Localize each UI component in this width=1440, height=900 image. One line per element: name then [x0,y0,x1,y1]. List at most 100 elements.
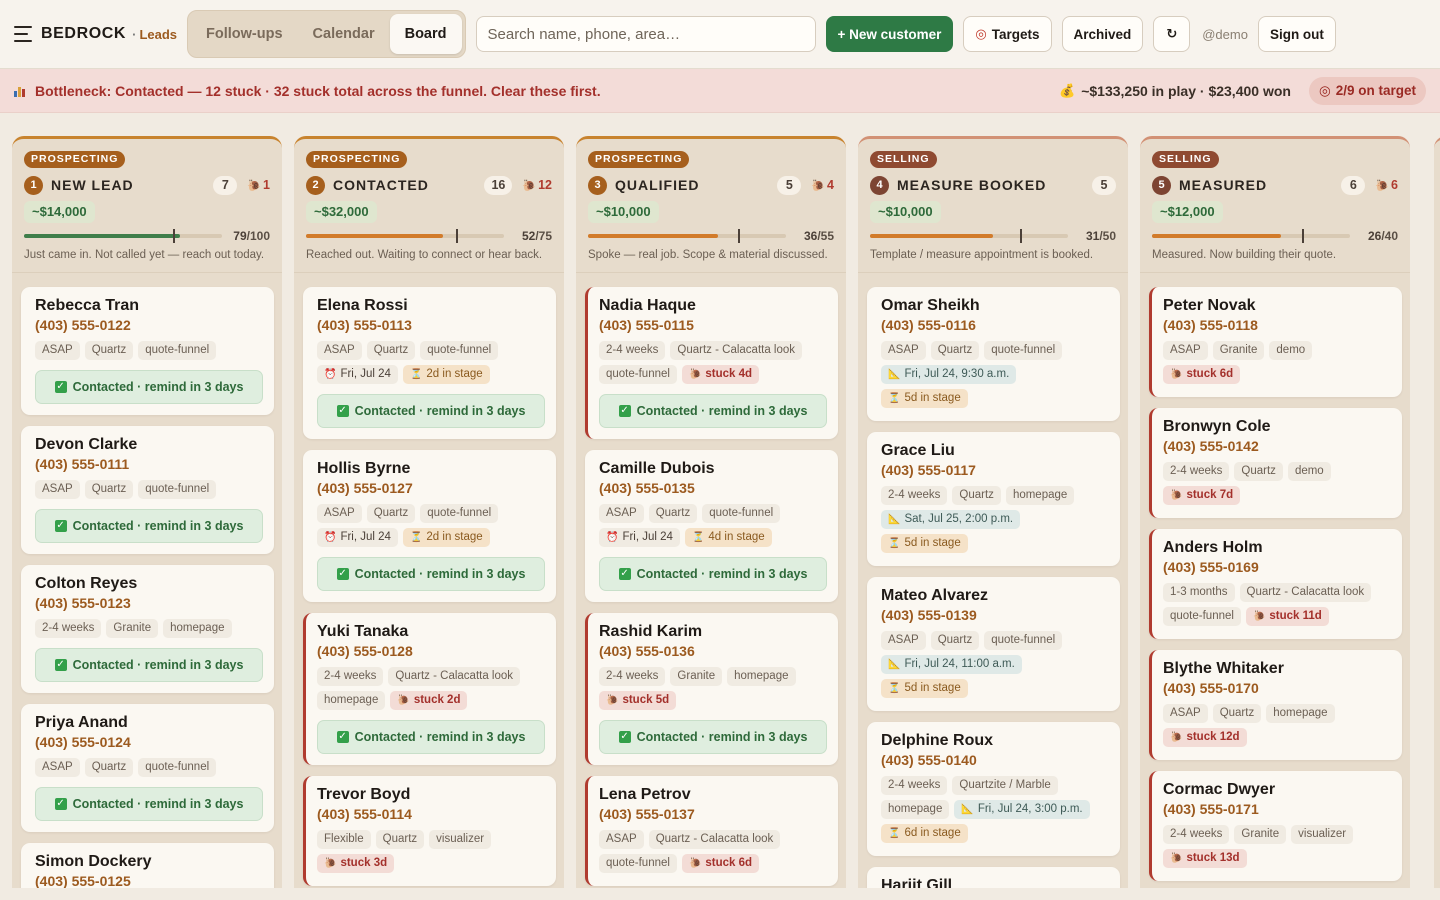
lead-card[interactable]: Anders Holm (403) 555-0169 1-3 months Quart… [1149,529,1402,639]
customer-phone[interactable]: (403) 555-0136 [599,643,827,659]
lead-card[interactable]: Rebecca Tran (403) 555-0122 ASAP Quartz quot… [21,287,274,415]
lead-card[interactable]: Peter Novak (403) 555-0118 ASAP Granite demo… [1149,287,1402,397]
customer-phone[interactable]: (403) 555-0122 [35,317,263,333]
tag-list: ASAP Quartz quote-funnel ⏰ Fri, Jul 24 ⏳ 2d in… [317,501,545,549]
new-customer-button[interactable]: + New customer [825,16,954,52]
tag: visualizer [1291,825,1354,844]
lead-card[interactable]: Grace Liu (403) 555-0117 2-4 weeks Quartz ho… [867,432,1120,566]
card-list: Rebecca Tran (403) 555-0122 ASAP Quartz quot… [12,273,282,888]
target-icon: ◎ [1318,82,1331,98]
customer-phone[interactable]: (403) 555-0118 [1163,317,1391,333]
customer-phone[interactable]: (403) 555-0124 [35,734,263,750]
brand-logo: BEDROCK [41,25,127,42]
lead-card[interactable]: Omar Sheikh (403) 555-0116 ASAP Quartz quote… [867,287,1120,421]
pipeline-value: ~$133,250 in play · $23,400 won [1081,82,1291,99]
contacted-remind-button[interactable]: ✓ Contacted · remind in 3 days [599,720,827,754]
tag-list: 2-4 weeks Quartz demo 🐌 stuck 7d [1163,459,1391,507]
lead-card[interactable]: Harjit Gill [867,867,1120,888]
customer-phone[interactable]: (403) 555-0139 [881,607,1109,623]
lead-card[interactable]: Camille Dubois (403) 555-0135 ASAP Quartz qu… [585,450,838,602]
archived-button[interactable]: Archived [1061,16,1144,52]
customer-phone[interactable]: (403) 555-0114 [317,806,545,822]
card-list: Elena Rossi (403) 555-0113 ASAP Quartz quote… [294,273,564,886]
tab-board[interactable]: Board [389,14,462,54]
lead-card[interactable]: Priya Anand (403) 555-0124 ASAP Quartz quote… [21,704,274,832]
stage-number: 5 [1152,175,1171,195]
lead-card[interactable]: Lena Petrov (403) 555-0137 ASAP Quartz - Ca… [585,776,838,886]
contacted-remind-button[interactable]: ✓ Contacted · remind in 3 days [599,557,827,591]
contacted-remind-button[interactable]: ✓ Contacted · remind in 3 days [599,394,827,428]
column-next-partial [1434,136,1440,888]
contacted-remind-button[interactable]: ✓ Contacted · remind in 3 days [35,370,263,404]
column-title: NEW LEAD [51,177,134,193]
tab-follow-ups[interactable]: Follow-ups [191,14,298,54]
column-value: ~$14,000 [24,201,95,223]
customer-phone[interactable]: (403) 555-0140 [881,752,1109,768]
contacted-remind-button[interactable]: ✓ Contacted · remind in 3 days [35,787,263,821]
customer-phone[interactable]: (403) 555-0169 [1163,559,1391,575]
lead-card[interactable]: Nadia Haque (403) 555-0115 2-4 weeks Quartz… [585,287,838,439]
alarm-clock-icon: ⏰ [324,369,337,380]
tag: Quartz - Calacatta look [388,667,521,686]
column-header: PROSPECTING 3 QUALIFIED 5 🐌 4 ~$10,000 36/55 Spo… [576,139,846,273]
customer-phone[interactable]: (403) 555-0135 [599,480,827,496]
customer-phone[interactable]: (403) 555-0117 [881,462,1109,478]
user-handle: @demo [1202,26,1248,42]
bottleneck-stage-link[interactable]: Contacted [115,83,183,99]
tag: demo [1287,462,1331,481]
customer-phone[interactable]: (403) 555-0127 [317,480,545,496]
targets-button[interactable]: ◎ Targets [963,16,1052,52]
customer-phone[interactable]: (403) 555-0170 [1163,680,1391,696]
customer-phone[interactable]: (403) 555-0115 [599,317,827,333]
stage-group-badge: PROSPECTING [24,151,126,168]
tag-list: ASAP Quartz homepage 🐌 stuck 12d [1163,701,1391,749]
check-icon: ✓ [618,568,631,580]
lead-card[interactable]: Delphine Roux (403) 555-0140 2-4 weeks Quar… [867,722,1120,856]
customer-phone[interactable]: (403) 555-0123 [35,595,263,611]
customer-phone[interactable]: (403) 555-0111 [35,456,263,472]
customer-phone[interactable]: (403) 555-0142 [1163,438,1391,454]
lead-card[interactable]: Devon Clarke (403) 555-0111 ASAP Quartz quot… [21,426,274,554]
tag: ASAP [599,830,644,849]
lead-card[interactable]: Blythe Whitaker (403) 555-0170 ASAP Quartz h… [1149,650,1402,760]
search-input[interactable] [475,16,816,52]
tag: Quartz [930,341,980,360]
menu-icon[interactable] [14,26,32,42]
tag-list: ASAP Quartz quote-funnel [35,338,263,362]
lead-card[interactable]: Simon Dockery (403) 555-0125 [21,843,274,888]
lead-card[interactable]: Elena Rossi (403) 555-0113 ASAP Quartz quote… [303,287,556,439]
snail-icon: 🐌 [606,695,619,706]
customer-name: Peter Novak [1163,297,1256,314]
column-header: SELLING 5 MEASURED 6 🐌 6 ~$12,000 26/40 Measured… [1140,139,1410,273]
customer-phone[interactable]: (403) 555-0171 [1163,801,1391,817]
snail-icon: 🐌 [1170,369,1183,380]
sign-out-button[interactable]: Sign out [1257,16,1336,52]
customer-phone[interactable]: (403) 555-0116 [881,317,1109,333]
stuck-tag: 🐌 stuck 13d [1163,849,1247,868]
contacted-remind-button[interactable]: ✓ Contacted · remind in 3 days [317,557,545,591]
refresh-button[interactable]: ↻ [1153,16,1191,52]
customer-phone[interactable]: (403) 555-0128 [317,643,545,659]
lead-card[interactable]: Cormac Dwyer (403) 555-0171 2-4 weeks Grani… [1149,771,1402,881]
lead-card[interactable]: Colton Reyes (403) 555-0123 2-4 weeks Grani… [21,565,274,693]
contacted-remind-button[interactable]: ✓ Contacted · remind in 3 days [35,648,263,682]
lead-card[interactable]: Mateo Alvarez (403) 555-0139 ASAP Quartz quo… [867,577,1120,711]
ruler-icon: 📐 [961,804,974,815]
appointment-tag: 📐 Sat, Jul 25, 2:00 p.m. [881,510,1021,529]
tag: ASAP [317,504,362,523]
bottleneck-text: Bottleneck: Contacted — 12 stuck · 32 st… [35,82,601,99]
lead-card[interactable]: Yuki Tanaka (403) 555-0128 2-4 weeks Quartz… [303,613,556,765]
lead-card[interactable]: Bronwyn Cole (403) 555-0142 2-4 weeks Quart… [1149,408,1402,518]
on-target-badge[interactable]: ◎ 2/9 on target [1308,76,1426,105]
customer-phone[interactable]: (403) 555-0113 [317,317,545,333]
lead-card[interactable]: Hollis Byrne (403) 555-0127 ASAP Quartz quot… [303,450,556,602]
customer-phone[interactable]: (403) 555-0125 [35,873,263,888]
customer-phone[interactable]: (403) 555-0137 [599,806,827,822]
lead-card[interactable]: Trevor Boyd (403) 555-0114 Flexible Quartz v… [303,776,556,886]
tab-calendar[interactable]: Calendar [298,14,390,54]
contacted-remind-button[interactable]: ✓ Contacted · remind in 3 days [317,720,545,754]
contacted-remind-button[interactable]: ✓ Contacted · remind in 3 days [35,509,263,543]
lead-card[interactable]: Rashid Karim (403) 555-0136 2-4 weeks Grani… [585,613,838,765]
tag: quote-funnel [138,480,217,499]
contacted-remind-button[interactable]: ✓ Contacted · remind in 3 days [317,394,545,428]
